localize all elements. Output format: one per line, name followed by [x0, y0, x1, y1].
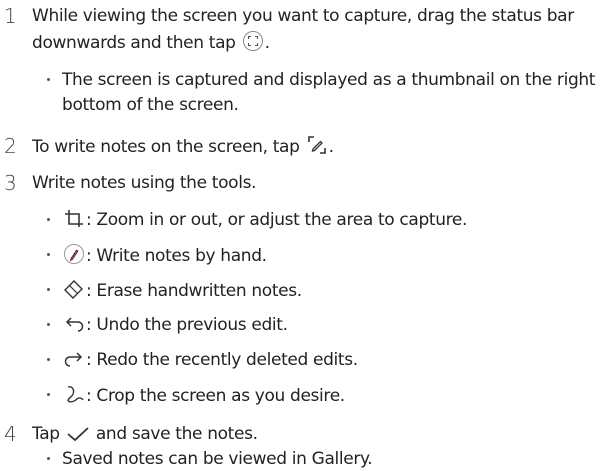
- bullet-dot: [47, 323, 50, 326]
- pen-icon: [63, 243, 85, 265]
- tool-item-undo: : Undo the previous edit.: [47, 313, 288, 337]
- checkmark-icon: [66, 425, 90, 443]
- freeform-crop-icon: [63, 383, 85, 405]
- tool-item-freeform-crop: : Crop the screen as you desire.: [47, 383, 345, 408]
- bullet-dot: [47, 288, 50, 291]
- step-text: Write notes using the tools.: [32, 173, 257, 193]
- eraser-icon: [63, 278, 85, 300]
- step-text: While viewing the screen you want to cap…: [32, 6, 574, 26]
- step-number: 2: [4, 134, 17, 158]
- bullet-dot: [47, 393, 50, 396]
- edit-pen-icon: [306, 134, 328, 156]
- undo-icon: [63, 314, 85, 334]
- capture-button-icon: [242, 30, 264, 52]
- step-number: 4: [4, 422, 17, 446]
- tool-item-eraser: : Erase handwritten notes.: [47, 278, 302, 303]
- bullet-dot: [47, 253, 50, 256]
- bullet-dot: [47, 78, 50, 81]
- bullet-dot: [47, 218, 50, 221]
- step-text: To write notes on the screen, tap .: [32, 134, 612, 159]
- tool-item-pen: : Write notes by hand.: [47, 243, 267, 268]
- instruction-page: 1 While viewing the screen you want to c…: [0, 0, 615, 471]
- bullet-dot: [47, 358, 50, 361]
- tool-item-crop: : Zoom in or out, or adjust the area to …: [47, 208, 467, 232]
- step-number: 1: [4, 4, 17, 28]
- bullet-item: Saved notes can be viewed in Gallery.: [47, 447, 373, 471]
- step-text-continued: downwards and then tap .: [32, 30, 612, 55]
- redo-icon: [63, 349, 85, 369]
- crop-icon: [63, 209, 85, 229]
- tool-item-redo: : Redo the recently deleted edits.: [47, 348, 358, 372]
- step-number: 3: [4, 171, 17, 195]
- bullet-item: The screen is captured and displayed as …: [47, 68, 595, 92]
- step-text: Tap and save the notes.: [32, 424, 258, 444]
- bullet-item-continued: bottom of the screen.: [62, 95, 239, 115]
- bullet-dot: [47, 457, 50, 460]
